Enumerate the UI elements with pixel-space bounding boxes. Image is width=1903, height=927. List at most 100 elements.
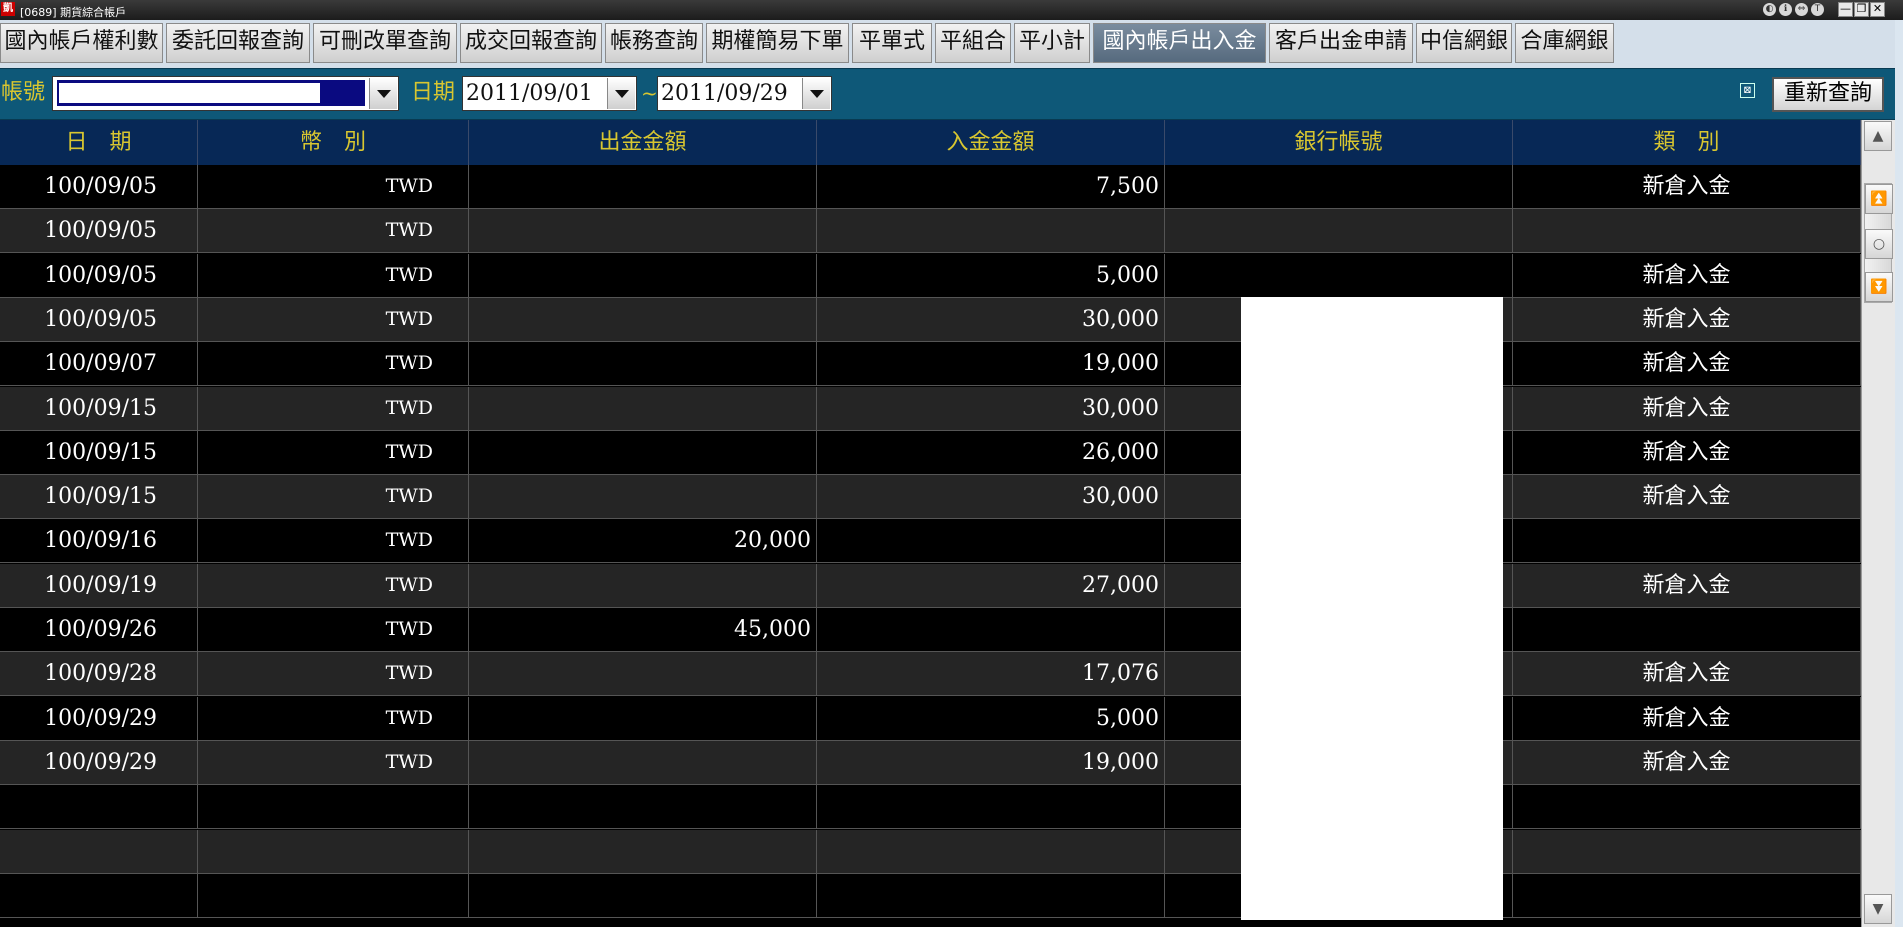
close-button[interactable]: ✕ [1870,2,1885,17]
table-header: 日 期 幣 別 出金金額 入金金額 銀行帳號 類 別 [0,120,1861,165]
scroll-up-icon[interactable]: ▲ [1864,121,1892,151]
date-cell: 100/09/29 [0,696,198,740]
scroll-middle-icon[interactable]: ○ [1865,229,1893,259]
tab-close-combo[interactable]: 平組合 [935,23,1011,63]
type-cell [1513,608,1861,651]
table-row[interactable] [0,785,1861,830]
tab-close-single[interactable]: 平單式 [852,23,932,63]
date-cell: 100/09/05 [0,165,198,208]
col-withdraw-header[interactable]: 出金金額 [469,120,817,165]
table-row[interactable]: 100/09/05 TWD [0,209,1861,254]
scroll-thumb[interactable]: ⏫ ○ ⏬ [1864,183,1893,303]
table-row[interactable]: 100/09/28 TWD 17,076 新倉入金 [0,652,1861,697]
info-icon[interactable]: ℹ [1779,3,1792,16]
withdraw-amount-cell [469,165,817,208]
deposit-withdraw-table: 日 期 幣 別 出金金額 入金金額 銀行帳號 類 別 100/09/05 TWD 7… [0,120,1861,927]
currency-cell: TWD [198,297,469,341]
table-row[interactable]: 100/09/07 TWD 19,000 新倉入金 [0,342,1861,387]
type-cell [1513,519,1861,563]
table-row[interactable]: 100/09/29 TWD 5,000 新倉入金 [0,696,1861,741]
date-cell: 100/09/16 [0,519,198,563]
withdraw-amount-cell [469,253,817,297]
col-type-header[interactable]: 類 別 [1513,120,1861,165]
table-row[interactable] [0,873,1861,918]
type-cell: 新倉入金 [1513,165,1861,208]
table-row[interactable]: 100/09/29 TWD 19,000 新倉入金 [0,740,1861,785]
account-selection-highlight [57,80,365,106]
type-cell [1513,785,1861,829]
scroll-down-icon[interactable]: ▼ [1864,894,1892,924]
table-row[interactable]: 100/09/19 TWD 27,000 新倉入金 [0,563,1861,608]
deposit-amount-cell: 30,000 [817,386,1165,430]
type-cell: 新倉入金 [1513,696,1861,740]
type-cell: 新倉入金 [1513,652,1861,696]
col-deposit-header[interactable]: 入金金額 [817,120,1165,165]
date-to-dropdown-icon[interactable] [802,78,830,109]
deposit-amount-cell: 30,000 [817,297,1165,341]
deposit-amount-cell [817,829,1165,873]
date-separator: ~ [641,81,658,105]
type-cell: 新倉入金 [1513,253,1861,297]
currency-cell: TWD [198,342,469,386]
date-cell: 100/09/28 [0,652,198,696]
deposit-amount-cell: 5,000 [817,253,1165,297]
withdraw-amount-cell [469,563,817,607]
tab-withdraw-request[interactable]: 客戶出金申請 [1269,23,1413,63]
theme-icon[interactable]: ◐ [1763,3,1776,16]
minimize-button[interactable]: — [1838,2,1853,17]
tab-tcb-bank[interactable]: 合庫網銀 [1515,23,1614,63]
small-settings-icon[interactable]: ⊠ [1740,83,1755,98]
bank-account-cell [1165,209,1513,253]
deposit-amount-cell: 26,000 [817,430,1165,474]
table-row[interactable] [0,829,1861,874]
table-row[interactable]: 100/09/26 TWD 45,000 [0,608,1861,652]
type-cell: 新倉入金 [1513,430,1861,474]
link-icon[interactable]: ⇔ [1795,3,1808,16]
date-from-select[interactable]: 2011/09/01 [462,76,637,111]
date-cell: 100/09/05 [0,253,198,297]
account-dropdown-icon[interactable] [369,78,397,109]
col-bank-account-header[interactable]: 銀行帳號 [1165,120,1513,165]
title-bar: 凱 [0689] 期貨綜合帳戶 ◐ ℹ ⇔ T — ❐ ✕ [0,0,1903,20]
withdraw-amount-cell [469,209,817,253]
tab-trade-report[interactable]: 成交回報查詢 [460,23,602,63]
table-row[interactable]: 100/09/15 TWD 26,000 新倉入金 [0,430,1861,475]
withdraw-amount-cell [469,342,817,386]
type-cell [1513,209,1861,253]
tab-account-query[interactable]: 帳務查詢 [605,23,703,63]
date-to-select[interactable]: 2011/09/29 [657,76,832,111]
tab-cancellable-orders[interactable]: 可刪改單查詢 [313,23,457,63]
tab-account-equity[interactable]: 國內帳戶權利數 [0,23,163,63]
currency-cell: TWD [198,386,469,430]
type-cell: 新倉入金 [1513,342,1861,386]
tab-close-subtotal[interactable]: 平小計 [1014,23,1090,63]
tab-order-report[interactable]: 委託回報查詢 [166,23,310,63]
col-date-header[interactable]: 日 期 [0,120,198,165]
scroll-top-icon[interactable]: ⏫ [1865,184,1893,214]
tab-ctbc-bank[interactable]: 中信網銀 [1416,23,1512,63]
withdraw-amount-cell [469,475,817,519]
tab-options-order[interactable]: 期權簡易下單 [706,23,849,63]
date-cell: 100/09/05 [0,209,198,253]
account-select[interactable] [52,76,399,111]
tab-domestic-deposit-withdraw[interactable]: 國內帳戶出入金 [1093,23,1266,63]
table-row[interactable]: 100/09/15 TWD 30,000 新倉入金 [0,475,1861,520]
col-currency-header[interactable]: 幣 別 [198,120,469,165]
table-row[interactable]: 100/09/15 TWD 30,000 新倉入金 [0,386,1861,431]
scroll-bottom-icon[interactable]: ⏬ [1865,272,1893,302]
text-icon[interactable]: T [1811,3,1824,16]
restore-button[interactable]: ❐ [1854,2,1869,17]
deposit-amount-cell [817,519,1165,563]
table-row[interactable]: 100/09/16 TWD 20,000 [0,519,1861,564]
currency-cell: TWD [198,475,469,519]
requery-button[interactable]: 重新查詢 [1772,77,1884,112]
date-cell [0,873,198,917]
table-row[interactable]: 100/09/05 TWD 7,500 新倉入金 [0,165,1861,209]
date-from-dropdown-icon[interactable] [607,78,635,109]
vertical-scrollbar[interactable]: ▲ ⏫ ○ ⏬ ▼ [1861,120,1895,927]
date-cell: 100/09/07 [0,342,198,386]
table-row[interactable]: 100/09/05 TWD 30,000 新倉入金 [0,297,1861,342]
table-row[interactable]: 100/09/05 TWD 5,000 新倉入金 [0,253,1861,298]
account-value [59,83,320,103]
app-window: 凱 [0689] 期貨綜合帳戶 ◐ ℹ ⇔ T — ❐ ✕ 國內帳戶權利數 委託… [0,0,1903,927]
